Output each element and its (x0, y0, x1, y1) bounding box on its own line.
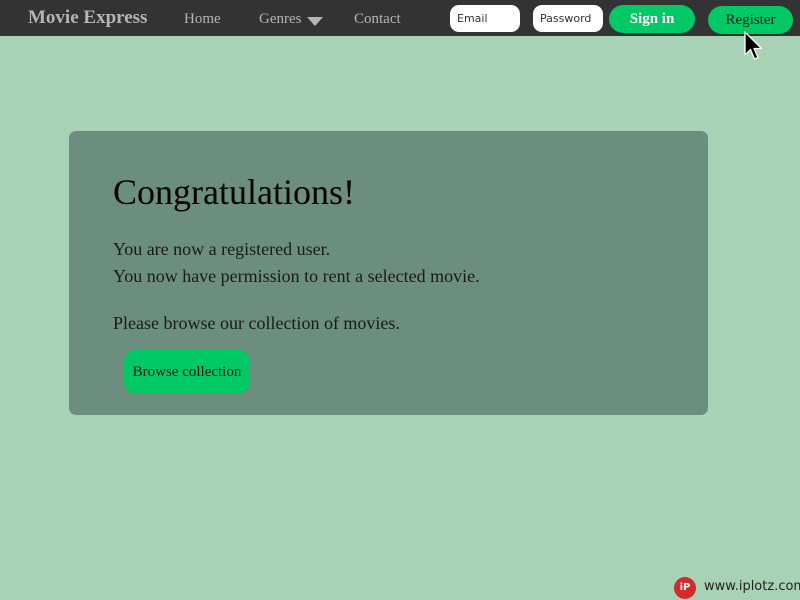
email-field[interactable] (450, 5, 520, 32)
brand-logo[interactable]: Movie Express (28, 7, 147, 29)
top-navbar: Movie Express Home Genres Contact Sign i… (0, 0, 800, 36)
nav-genres-link[interactable]: Genres (259, 11, 301, 28)
password-field[interactable] (533, 5, 603, 32)
registered-message: You are now a registered user. (113, 239, 331, 259)
sign-in-button[interactable]: Sign in (609, 5, 695, 33)
watermark-text: www.iplotz.com (704, 579, 800, 594)
browse-collection-button[interactable]: Browse collection (124, 350, 250, 394)
caret-down-icon[interactable] (307, 17, 323, 26)
page-title: Congratulations! (113, 172, 355, 212)
nav-contact-link[interactable]: Contact (354, 11, 401, 28)
register-button[interactable]: Register (708, 6, 793, 34)
mouse-cursor-icon (744, 31, 763, 60)
iplotz-logo-icon: iP (674, 577, 696, 599)
permission-message: You now have permission to rent a select… (113, 266, 480, 286)
browse-prompt: Please browse our collection of movies. (113, 313, 400, 333)
nav-home-link[interactable]: Home (184, 11, 221, 28)
confirmation-panel: Congratulations! You are now a registere… (69, 131, 708, 415)
